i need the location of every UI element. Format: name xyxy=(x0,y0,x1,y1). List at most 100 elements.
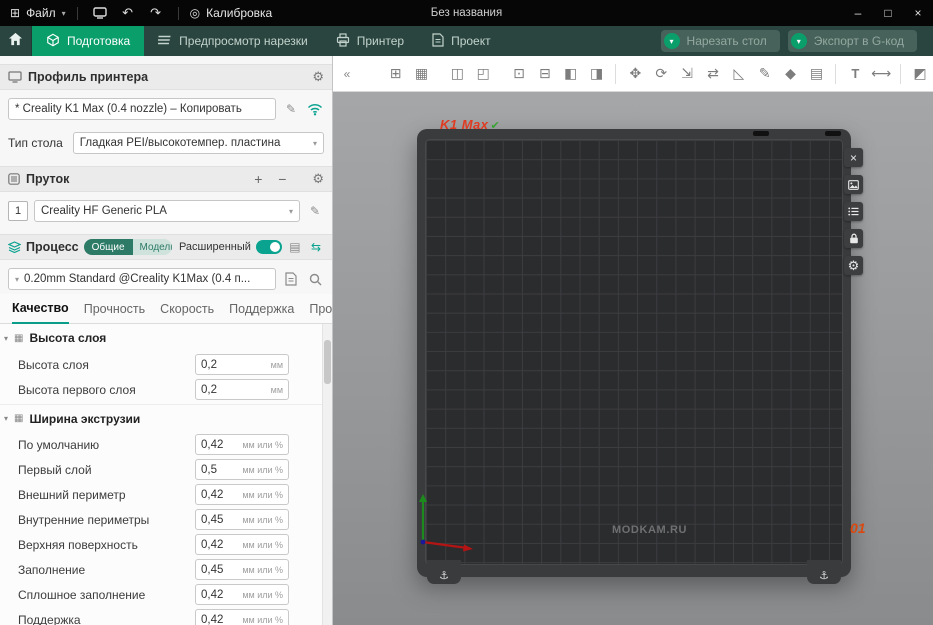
bed-type-label: Тип стола xyxy=(8,136,67,150)
preset-detail-icon[interactable] xyxy=(282,270,300,288)
tab-others[interactable]: Прочее xyxy=(309,302,333,323)
add-model-icon[interactable]: ⊞ xyxy=(385,63,407,85)
copy-icon[interactable]: ⊡ xyxy=(508,63,530,85)
filament-select[interactable]: Creality HF Generic PLA ▾ xyxy=(34,200,300,222)
lay-flat-icon[interactable]: ◺ xyxy=(728,63,750,85)
add-primitive-icon[interactable]: ▦ xyxy=(411,63,433,85)
settings-scrollbar[interactable] xyxy=(322,324,332,625)
advanced-toggle[interactable] xyxy=(256,240,282,254)
paint-support-icon[interactable]: ✎ xyxy=(754,63,776,85)
file-menu[interactable]: Файл xyxy=(26,6,56,20)
seam-icon[interactable]: ◆ xyxy=(780,63,802,85)
printer-settings-gear-icon[interactable]: ⚙ xyxy=(312,69,324,85)
process-preset-select[interactable]: ▾ 0.20mm Standard @Creality K1Max (0.4 п… xyxy=(8,268,276,290)
setting-value: 0,5 xyxy=(201,464,242,476)
support-width-input[interactable]: 0,42 мм или % xyxy=(195,609,289,625)
plate-lock-button[interactable] xyxy=(844,229,863,248)
infill-width-input[interactable]: 0,45 мм или % xyxy=(195,559,289,580)
tab-speed[interactable]: Скорость xyxy=(160,302,214,323)
minimize-button[interactable]: – xyxy=(843,0,873,26)
printer-profile-icon xyxy=(8,71,22,83)
export-gcode-button[interactable]: ▾ Экспорт в G-код xyxy=(788,30,917,52)
tab-strength[interactable]: Прочность xyxy=(84,302,145,323)
setting-unit: мм xyxy=(271,360,283,370)
slice-plate-button[interactable]: ▾ Нарезать стол xyxy=(661,30,780,52)
arrange-plate-icon[interactable]: ◰ xyxy=(472,63,494,85)
layer-height-input[interactable]: 0,2 мм xyxy=(195,354,289,375)
solid-infill-width-input[interactable]: 0,42 мм или % xyxy=(195,584,289,605)
list-icon xyxy=(848,207,859,216)
first-layer-width-input[interactable]: 0,5 мм или % xyxy=(195,459,289,480)
process-mode-toggle[interactable]: Общие Модели xyxy=(84,239,172,255)
scrollbar-thumb[interactable] xyxy=(324,340,331,384)
file-menu-caret-icon[interactable]: ▾ xyxy=(62,9,66,18)
outer-wall-width-input[interactable]: 0,42 мм или % xyxy=(195,484,289,505)
plate-clip-left: ⚓ xyxy=(427,560,461,584)
move-icon[interactable]: ✥ xyxy=(624,63,646,85)
print-file-icon[interactable] xyxy=(89,0,111,26)
tab-prepare[interactable]: Подготовка xyxy=(32,26,144,56)
main-area: Профиль принтера ⚙ * Creality K1 Max (0.… xyxy=(0,56,933,625)
slice-plate-label: Нарезать стол xyxy=(687,34,767,48)
slice-dropdown-icon[interactable]: ▾ xyxy=(664,33,680,49)
mode-objects[interactable]: Модели xyxy=(133,239,172,255)
close-button[interactable]: × xyxy=(903,0,933,26)
tab-quality[interactable]: Качество xyxy=(12,301,69,324)
variable-layer-icon[interactable]: ▤ xyxy=(806,63,828,85)
calibration-menu[interactable]: Калибровка xyxy=(206,6,272,20)
measure-icon[interactable]: ⟷ xyxy=(870,63,892,85)
collapse-sidebar-button[interactable]: « xyxy=(339,63,355,85)
compare-presets-icon[interactable]: ⇆ xyxy=(308,238,324,256)
plate-list-button[interactable] xyxy=(844,202,863,221)
tab-project[interactable]: Проект xyxy=(418,26,505,56)
remove-filament-button[interactable]: − xyxy=(274,171,290,187)
build-plate[interactable]: ⚓ ⚓ xyxy=(417,129,851,577)
tab-printer[interactable]: Принтер xyxy=(322,26,418,56)
content-area: « ⊞ ▦ ◫ ◰ ⊡ ⊟ ◧ ◨ ✥ ⟳ ⇲ ⇄ ◺ ✎ ◆ ▤ xyxy=(333,56,933,625)
mode-global[interactable]: Общие xyxy=(84,239,133,255)
calibration-icon[interactable]: ◎ xyxy=(190,6,200,20)
paste-icon[interactable]: ⊟ xyxy=(534,63,556,85)
split-parts-icon[interactable]: ◨ xyxy=(586,63,608,85)
nav-actions: ▾ Нарезать стол ▾ Экспорт в G-код xyxy=(661,30,933,52)
add-filament-button[interactable]: + xyxy=(250,171,266,187)
group-extrusion-width[interactable]: ▾ ▦ Ширина экструзии xyxy=(0,404,332,432)
anchor-icon: ⚓ xyxy=(439,569,449,582)
plate-image-button[interactable] xyxy=(844,175,863,194)
setting-unit: мм или % xyxy=(242,515,283,525)
wifi-icon[interactable] xyxy=(306,100,324,118)
maximize-button[interactable]: □ xyxy=(873,0,903,26)
plate-close-button[interactable]: × xyxy=(844,148,863,167)
setting-label: Заполнение xyxy=(18,563,85,577)
first-layer-height-input[interactable]: 0,2 мм xyxy=(195,379,289,400)
setting-value: 0,42 xyxy=(201,439,242,451)
bed-type-select[interactable]: Гладкая PEI/высокотемпер. пластина ▾ xyxy=(73,132,324,154)
text-tool-icon[interactable]: T xyxy=(844,63,866,85)
export-dropdown-icon[interactable]: ▾ xyxy=(791,33,807,49)
redo-icon[interactable]: ↷ xyxy=(145,0,167,26)
search-icon[interactable] xyxy=(306,270,324,288)
edit-filament-icon[interactable]: ✎ xyxy=(306,202,324,220)
arrange-icon[interactable]: ◫ xyxy=(446,63,468,85)
viewport-3d[interactable]: ⚓ ⚓ K1 Max✔ MODKAM.RU 01 × xyxy=(333,92,933,625)
mirror-icon[interactable]: ⇄ xyxy=(702,63,724,85)
filament-settings-gear-icon[interactable]: ⚙ xyxy=(312,171,324,187)
inner-wall-width-input[interactable]: 0,45 мм или % xyxy=(195,509,289,530)
plate-settings-button[interactable]: ⚙ xyxy=(844,256,863,275)
rotate-icon[interactable]: ⟳ xyxy=(650,63,672,85)
assembly-icon[interactable]: ◩ xyxy=(909,63,931,85)
printer-select[interactable]: * Creality K1 Max (0.4 nozzle) – Копиров… xyxy=(8,98,276,120)
setting-row: Высота слоя 0,2 мм xyxy=(0,352,332,377)
scale-icon[interactable]: ⇲ xyxy=(676,63,698,85)
top-surface-width-input[interactable]: 0,42 мм или % xyxy=(195,534,289,555)
tab-support[interactable]: Поддержка xyxy=(229,302,294,323)
home-button[interactable] xyxy=(0,26,32,56)
split-objects-icon[interactable]: ◧ xyxy=(560,63,582,85)
default-width-input[interactable]: 0,42 мм или % xyxy=(195,434,289,455)
undo-icon[interactable]: ↶ xyxy=(117,0,139,26)
preset-list-icon[interactable]: ▤ xyxy=(287,238,303,256)
tab-slice-preview[interactable]: Предпросмотр нарезки xyxy=(144,26,322,56)
edit-printer-icon[interactable]: ✎ xyxy=(282,100,300,118)
group-layer-height[interactable]: ▾ ▦ Высота слоя xyxy=(0,324,332,352)
setting-label: Внутренние периметры xyxy=(18,513,149,527)
